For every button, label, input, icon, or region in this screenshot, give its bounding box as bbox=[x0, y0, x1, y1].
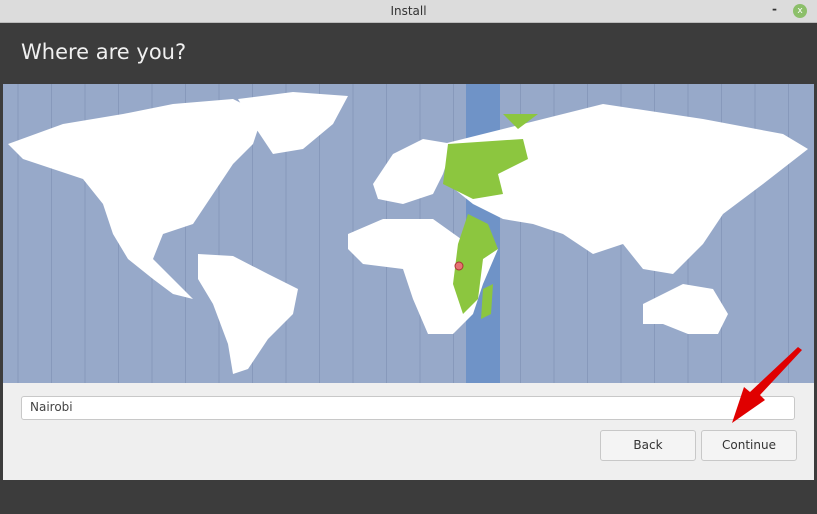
back-button[interactable]: Back bbox=[600, 430, 696, 461]
location-input[interactable]: Nairobi bbox=[21, 396, 795, 420]
minimize-button[interactable]: - bbox=[772, 2, 777, 16]
city-marker bbox=[454, 261, 464, 271]
close-button[interactable]: x bbox=[793, 4, 807, 18]
timezone-map[interactable] bbox=[3, 84, 814, 383]
bottom-panel: Nairobi Back Continue bbox=[3, 383, 814, 480]
continue-button[interactable]: Continue bbox=[701, 430, 797, 461]
page-header: Where are you? bbox=[3, 23, 814, 84]
title-bar: Install - x bbox=[0, 0, 817, 23]
page-title: Where are you? bbox=[21, 40, 187, 64]
window-title: Install bbox=[390, 4, 427, 18]
